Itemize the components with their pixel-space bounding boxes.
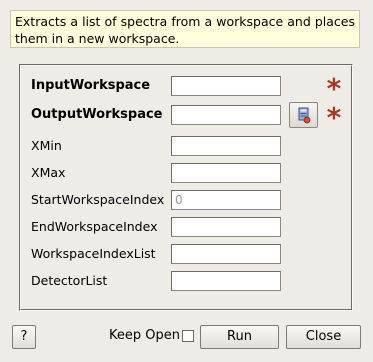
description-box: Extracts a list of spectra from a worksp… [10,10,360,48]
output-workspace-label: OutputWorkspace [31,107,163,122]
xmin-field[interactable] [171,136,281,156]
keep-open-label: Keep Open [109,328,180,343]
browse-workspace-button[interactable] [289,102,318,128]
start-workspace-index-field[interactable]: 0 [171,190,281,210]
input-workspace-field[interactable] [171,76,281,96]
keep-open-checkbox[interactable] [182,330,194,342]
help-button[interactable]: ? [12,325,36,349]
end-workspace-index-field[interactable] [171,217,281,237]
workspace-index-list-label: WorkspaceIndexList [31,246,156,261]
end-workspace-index-label: EndWorkspaceIndex [31,219,158,234]
detector-list-field[interactable] [171,271,281,291]
required-marker-icon: * [326,101,342,134]
run-button[interactable]: Run [200,325,279,349]
detector-list-label: DetectorList [31,273,108,288]
workspace-index-list-field[interactable] [171,244,281,264]
close-button[interactable]: Close [286,325,361,349]
workspace-browse-icon [298,107,311,124]
required-marker-icon: * [326,72,342,105]
input-workspace-label: InputWorkspace [31,78,151,93]
start-workspace-index-label: StartWorkspaceIndex [31,192,165,207]
xmax-field[interactable] [171,163,281,183]
output-workspace-field[interactable] [171,105,281,125]
xmax-label: XMax [31,165,66,180]
xmin-label: XMin [31,138,62,153]
